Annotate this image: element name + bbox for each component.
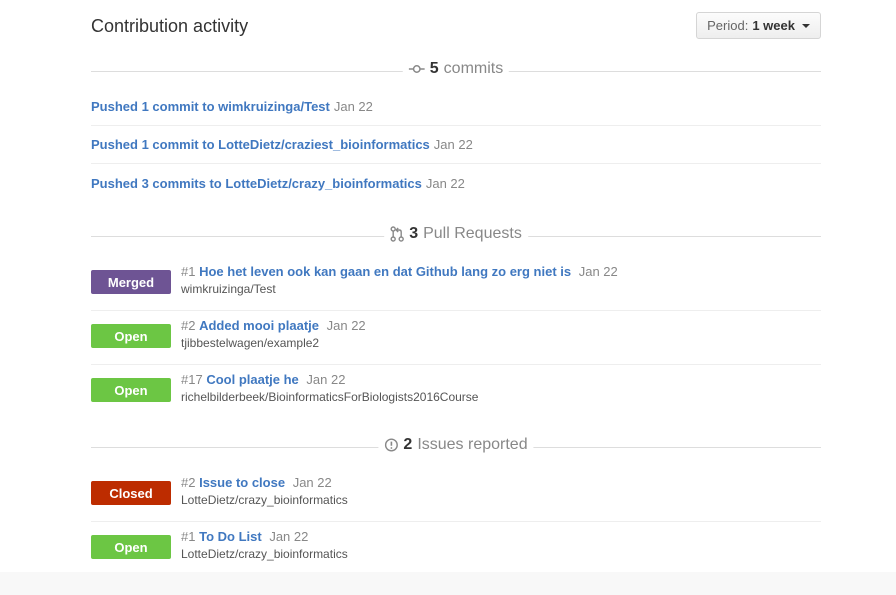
pull-request-date: Jan 22 [326,318,366,333]
git-pull-request-icon [390,226,404,242]
status-badge: Merged [91,270,171,294]
pull-request-row: Open #17 Cool plaatje he Jan 22 richelbi… [91,365,821,419]
commits-divider: 5 commits [91,55,821,85]
issue-date: Jan 22 [269,529,309,544]
pull-request-number: #1 [181,264,196,279]
page-footer-band [0,572,896,595]
pull-requests-count: 3 [409,225,419,242]
commits-list: Pushed 1 commit to wimkruizinga/Test Jan… [91,88,821,202]
pull-request-row: Merged #1 Hoe het leven ook kan gaan en … [91,257,821,311]
commit-link[interactable]: Pushed 1 commit to LotteDietz/craziest_b… [91,137,430,152]
issues-count: 2 [403,436,413,453]
issue-number: #1 [181,529,196,544]
period-value: 1 week [752,18,795,33]
git-commit-icon [408,64,425,74]
period-select-button[interactable]: Period: 1 week [696,12,821,39]
repo-name: tjibbestelwagen/example2 [181,336,320,350]
commit-row: Pushed 1 commit to LotteDietz/craziest_b… [91,126,821,164]
pull-request-title-link[interactable]: Cool plaatje he [206,372,298,387]
status-badge: Closed [91,481,171,505]
repo-name: LotteDietz/crazy_bioinformatics [181,493,348,507]
pull-request-title-link[interactable]: Hoe het leven ook kan gaan en dat Github… [199,264,571,279]
issues-label: Issues reported [417,436,528,453]
issue-opened-icon [384,438,398,452]
pull-request-date: Jan 22 [306,372,346,387]
commit-row: Pushed 1 commit to wimkruizinga/Test Jan… [91,88,821,126]
repo-name: richelbilderbeek/BioinformaticsForBiolog… [181,390,479,404]
activity-header: Contribution activity Period: 1 week [91,0,821,55]
repo-name: LotteDietz/crazy_bioinformatics [181,547,348,561]
commit-link[interactable]: Pushed 3 commits to LotteDietz/crazy_bio… [91,176,422,191]
status-badge: Open [91,535,171,559]
caret-down-icon [802,23,810,28]
period-label: Period: [707,18,749,33]
commits-count: 5 [429,60,439,77]
status-badge: Open [91,324,171,348]
pull-request-number: #17 [181,372,203,387]
commit-link[interactable]: Pushed 1 commit to wimkruizinga/Test [91,99,330,114]
pull-request-title-link[interactable]: Added mooi plaatje [199,318,319,333]
pull-request-row: Open #2 Added mooi plaatje Jan 22 tjibbe… [91,311,821,365]
pull-requests-label: Pull Requests [423,225,522,242]
issue-number: #2 [181,475,196,490]
issues-divider: 2 Issues reported [91,431,821,461]
issue-title-link[interactable]: To Do List [199,529,262,544]
pull-request-date: Jan 22 [578,264,618,279]
issue-date: Jan 22 [292,475,332,490]
issue-row: Closed #2 Issue to close Jan 22 LotteDie… [91,468,821,522]
status-badge: Open [91,378,171,402]
commit-row: Pushed 3 commits to LotteDietz/crazy_bio… [91,164,821,202]
commits-label: commits [443,60,504,77]
commit-date: Jan 22 [425,175,465,191]
issues-list: Closed #2 Issue to close Jan 22 LotteDie… [91,468,821,576]
commit-date: Jan 22 [333,99,373,114]
pull-requests-divider: 3 Pull Requests [91,220,821,250]
repo-name: wimkruizinga/Test [181,282,276,296]
contribution-activity: Contribution activity Period: 1 week 5 c… [91,0,821,576]
issue-title-link[interactable]: Issue to close [199,475,285,490]
pull-requests-list: Merged #1 Hoe het leven ook kan gaan en … [91,257,821,419]
commit-date: Jan 22 [433,137,473,152]
page-title: Contribution activity [91,16,249,36]
issue-row: Open #1 To Do List Jan 22 LotteDietz/cra… [91,522,821,576]
pull-request-number: #2 [181,318,196,333]
